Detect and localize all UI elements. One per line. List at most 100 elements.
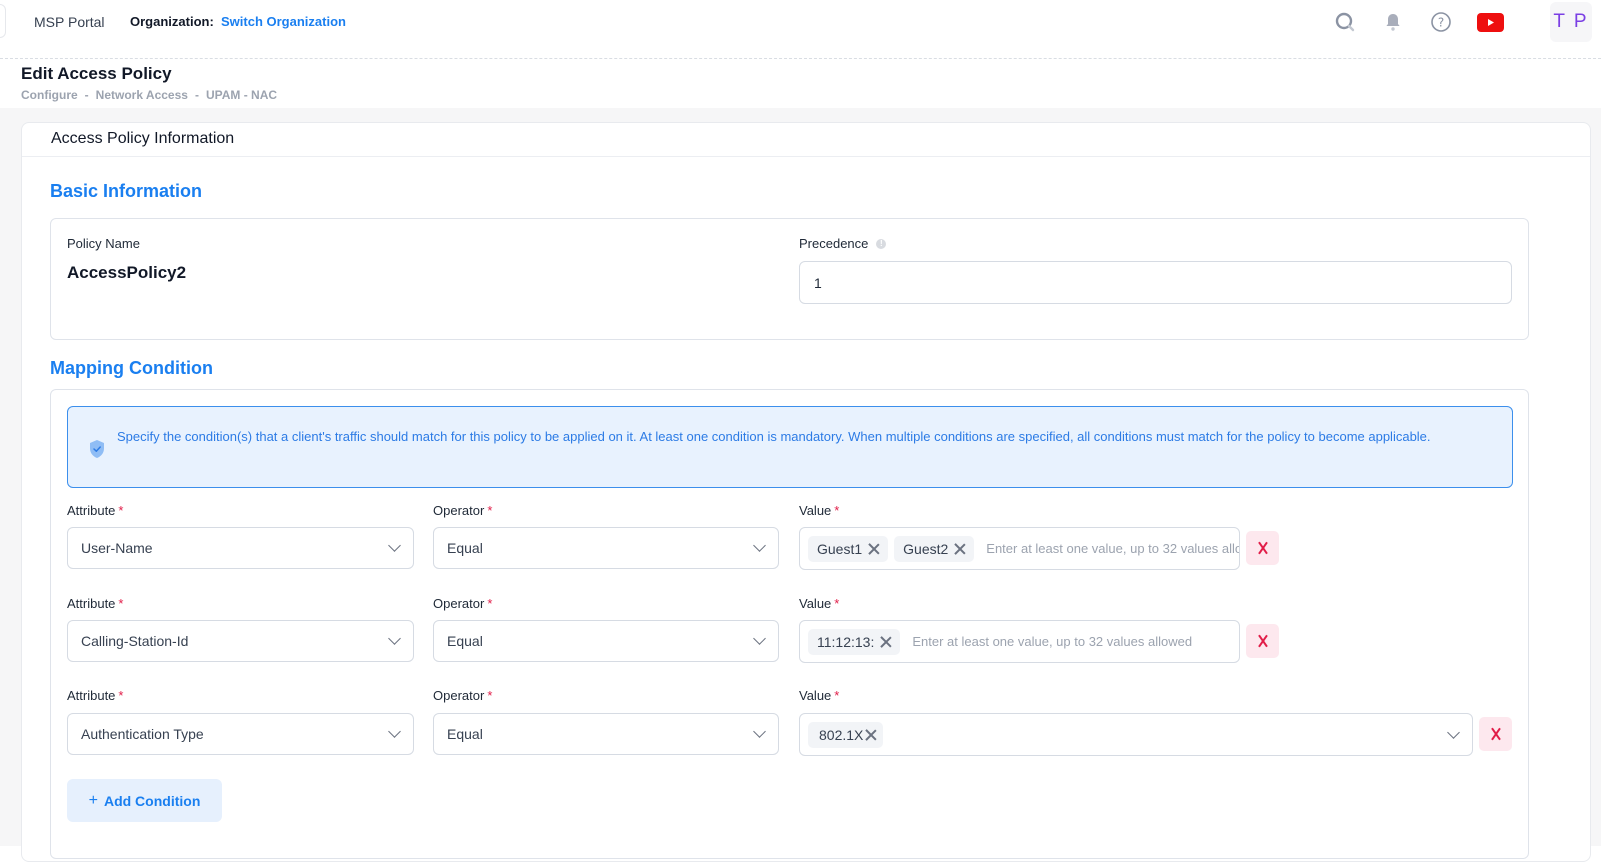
attribute-select-3[interactable]: Authentication Type: [67, 713, 414, 755]
remove-tag-icon[interactable]: [865, 729, 877, 741]
value-label-text: Value: [799, 503, 832, 518]
card-title: Access Policy Information: [51, 130, 235, 147]
plus-icon: +: [88, 791, 98, 809]
value-tag-input-2[interactable]: 11:12:13: Enter at least one value, up t…: [799, 620, 1240, 663]
chevron-down-icon: [388, 725, 401, 738]
value-tag: 802.1X: [808, 721, 884, 748]
shield-check-icon: [90, 440, 104, 458]
breadcrumb-network-access[interactable]: Network Access: [96, 88, 188, 102]
basic-information-heading: Basic Information: [50, 181, 203, 201]
add-condition-button[interactable]: + Add Condition: [67, 779, 222, 822]
mapping-condition-heading: Mapping Condition: [50, 358, 213, 378]
switch-organization-link[interactable]: Switch Organization: [221, 14, 346, 29]
attribute-label-1: Attribute *: [67, 503, 123, 518]
youtube-icon[interactable]: [1476, 10, 1504, 34]
breadcrumb-upam-nac: UPAM - NAC: [205, 88, 278, 102]
breadcrumb-separator: -: [84, 88, 89, 102]
required-mark: *: [487, 596, 493, 611]
page-header: Edit Access Policy Configure - Network A…: [0, 60, 1601, 108]
user-avatar[interactable]: T P: [1550, 2, 1592, 42]
required-mark: *: [487, 688, 493, 703]
attribute-select-value: Calling-Station-Id: [81, 633, 189, 649]
operator-select-value: Equal: [447, 726, 483, 742]
required-mark: *: [834, 503, 840, 518]
value-tag-label: 11:12:13:: [817, 633, 875, 650]
precedence-label-wrap: Precedence!: [799, 236, 887, 251]
attribute-select-1[interactable]: User-Name: [67, 527, 414, 569]
attribute-label-text: Attribute: [67, 688, 116, 703]
remove-tag-icon[interactable]: [954, 543, 966, 555]
value-input-placeholder: Enter at least one value, up to 32 value…: [986, 541, 1240, 556]
operator-select-1[interactable]: Equal: [433, 527, 779, 569]
value-label-3: Value *: [799, 688, 839, 703]
operator-label-text: Operator: [433, 688, 485, 703]
value-label-1: Value *: [799, 503, 839, 518]
breadcrumb-configure[interactable]: Configure: [21, 88, 78, 102]
value-tag: Guest2: [894, 535, 975, 562]
value-tag-label: Guest1: [817, 540, 863, 557]
value-label-2: Value *: [799, 596, 839, 611]
required-mark: *: [118, 688, 124, 703]
attribute-label-2: Attribute *: [67, 596, 123, 611]
operator-select-3[interactable]: Equal: [433, 713, 779, 755]
value-multiselect-3[interactable]: 802.1X: [799, 713, 1473, 756]
operator-label-1: Operator *: [433, 503, 492, 518]
top-navbar: MSP Portal Organization: Switch Organiza…: [0, 0, 1601, 59]
policy-name-label: Policy Name: [67, 236, 140, 251]
alert-message: Specify the condition(s) that a client's…: [117, 429, 1431, 444]
operator-label-text: Operator: [433, 596, 485, 611]
delete-condition-button[interactable]: [1246, 531, 1279, 565]
svg-text:?: ?: [1438, 16, 1444, 30]
attribute-label-3: Attribute *: [67, 688, 123, 703]
chevron-down-icon: [753, 632, 766, 645]
add-condition-label: Add Condition: [103, 792, 201, 809]
attribute-select-value: User-Name: [81, 540, 153, 556]
attribute-label-text: Attribute: [67, 596, 116, 611]
required-mark: *: [118, 503, 124, 518]
chevron-down-icon: [388, 539, 401, 552]
required-mark: *: [834, 596, 840, 611]
breadcrumb-separator: -: [194, 88, 199, 102]
value-tag-label: 802.1X: [819, 726, 864, 743]
chevron-down-icon: [753, 725, 766, 738]
chevron-down-icon: [388, 632, 401, 645]
required-mark: *: [118, 596, 124, 611]
attribute-label-text: Attribute: [67, 503, 116, 518]
value-tag-label: Guest2: [903, 540, 949, 557]
policy-name-value: AccessPolicy2: [67, 263, 187, 282]
operator-select-value: Equal: [447, 633, 483, 649]
help-icon[interactable]: ?: [1429, 10, 1453, 34]
info-icon[interactable]: !: [876, 239, 887, 249]
info-alert: Specify the condition(s) that a client's…: [67, 406, 1513, 488]
brand-label: MSP Portal: [34, 14, 105, 30]
operator-label-2: Operator *: [433, 596, 492, 611]
operator-label-text: Operator: [433, 503, 485, 518]
value-tag: Guest1: [808, 535, 889, 562]
required-mark: *: [834, 688, 840, 703]
precedence-value: 1: [814, 274, 822, 291]
page-title: Edit Access Policy: [21, 64, 172, 83]
precedence-input[interactable]: 1: [799, 261, 1512, 304]
chevron-down-icon: [1447, 725, 1460, 739]
value-label-text: Value: [799, 688, 832, 703]
delete-condition-button[interactable]: [1479, 717, 1512, 751]
bell-icon[interactable]: [1381, 10, 1405, 34]
required-mark: *: [487, 503, 493, 518]
card-header: Access Policy Information: [22, 123, 1590, 157]
operator-label-3: Operator *: [433, 688, 492, 703]
attribute-select-value: Authentication Type: [81, 726, 204, 742]
delete-condition-button[interactable]: [1246, 624, 1279, 658]
attribute-select-2[interactable]: Calling-Station-Id: [67, 620, 414, 662]
chevron-down-icon: [753, 539, 766, 552]
operator-select-2[interactable]: Equal: [433, 620, 779, 662]
remove-tag-icon[interactable]: [868, 543, 880, 555]
search-icon[interactable]: [1333, 10, 1357, 34]
value-label-text: Value: [799, 596, 832, 611]
breadcrumb: Configure - Network Access - UPAM - NAC: [21, 88, 277, 102]
sidebar-toggle[interactable]: [0, 4, 6, 38]
remove-tag-icon[interactable]: [880, 636, 892, 648]
value-input-placeholder: Enter at least one value, up to 32 value…: [912, 634, 1193, 649]
value-tag-input-1[interactable]: Guest1 Guest2 Enter at least one value, …: [799, 527, 1240, 570]
precedence-label: Precedence: [799, 236, 869, 251]
operator-select-value: Equal: [447, 540, 483, 556]
